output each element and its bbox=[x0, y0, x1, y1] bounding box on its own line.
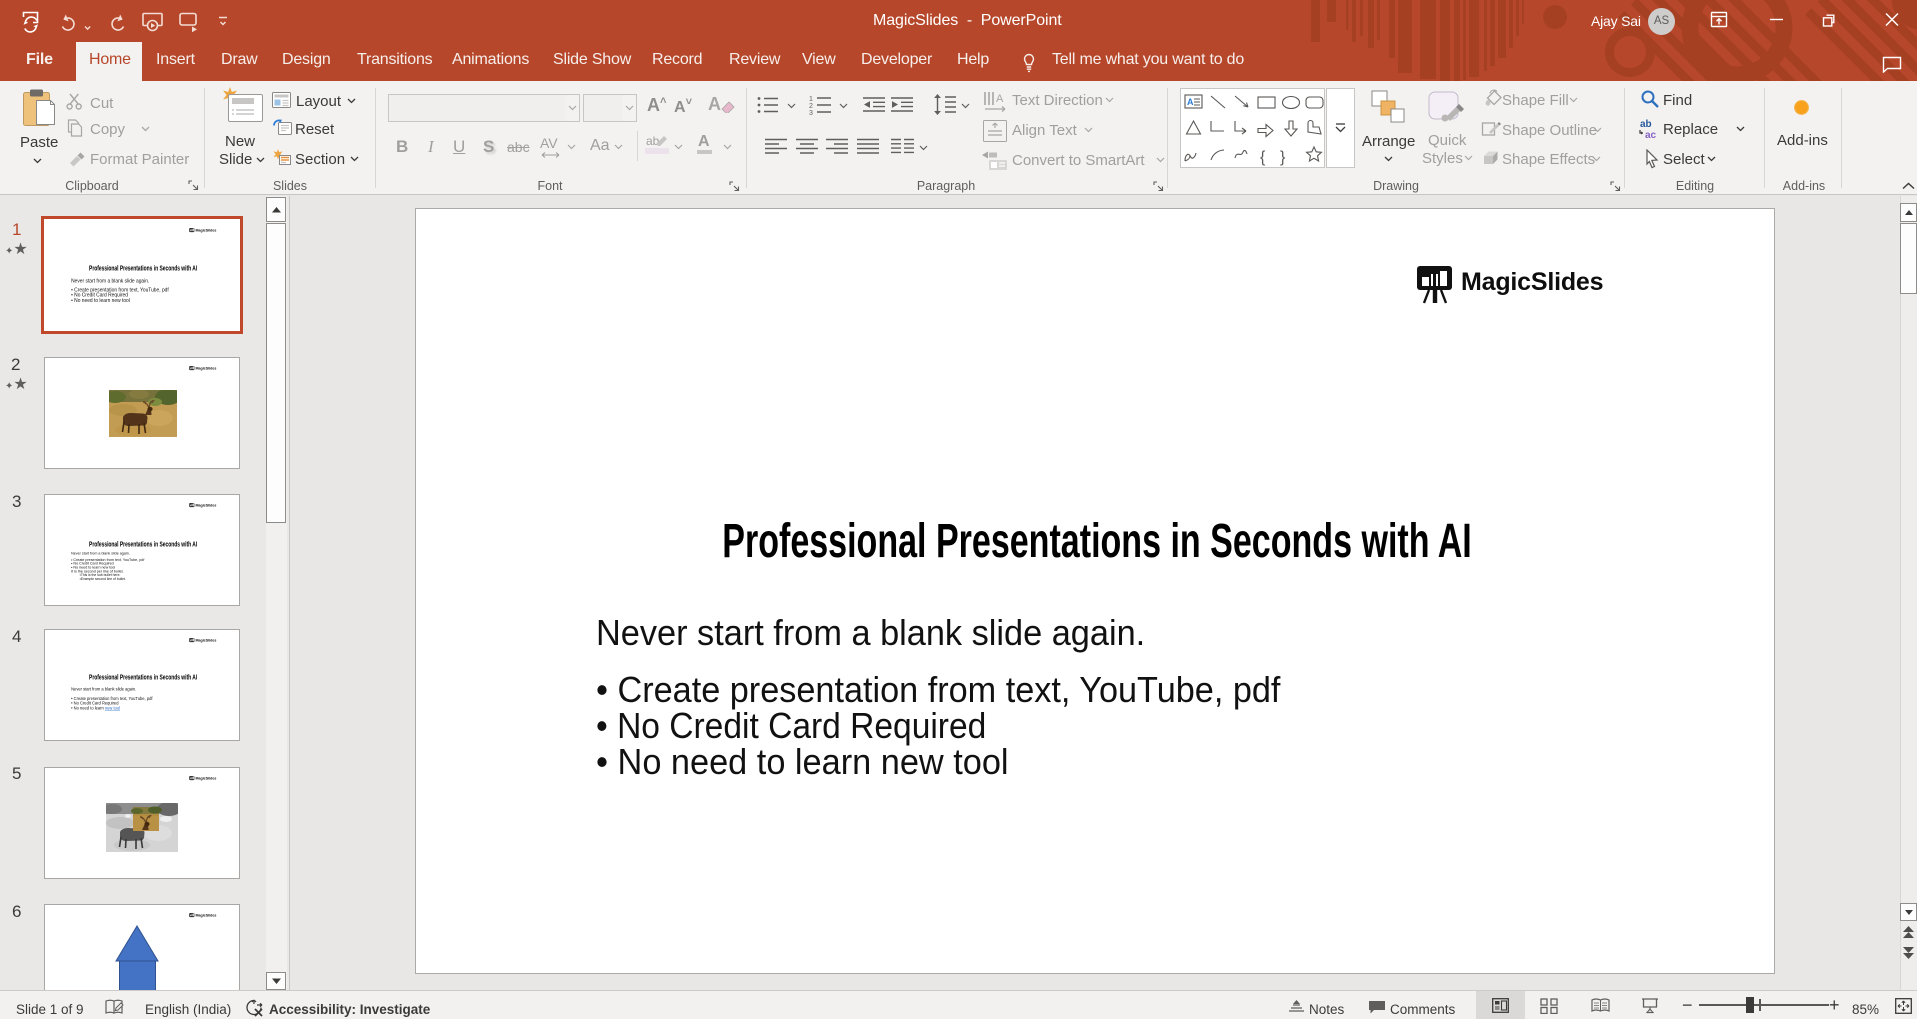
svg-text:A: A bbox=[996, 93, 1004, 105]
svg-text:ac: ac bbox=[1645, 130, 1657, 140]
svg-text:1: 1 bbox=[809, 96, 813, 103]
svg-text:}: } bbox=[1280, 149, 1286, 166]
svg-text:3: 3 bbox=[809, 110, 813, 115]
svg-text:{: { bbox=[1260, 149, 1266, 166]
svg-text:2: 2 bbox=[809, 103, 813, 110]
svg-text:A: A bbox=[1187, 97, 1194, 107]
svg-text:ab: ab bbox=[1640, 119, 1652, 130]
